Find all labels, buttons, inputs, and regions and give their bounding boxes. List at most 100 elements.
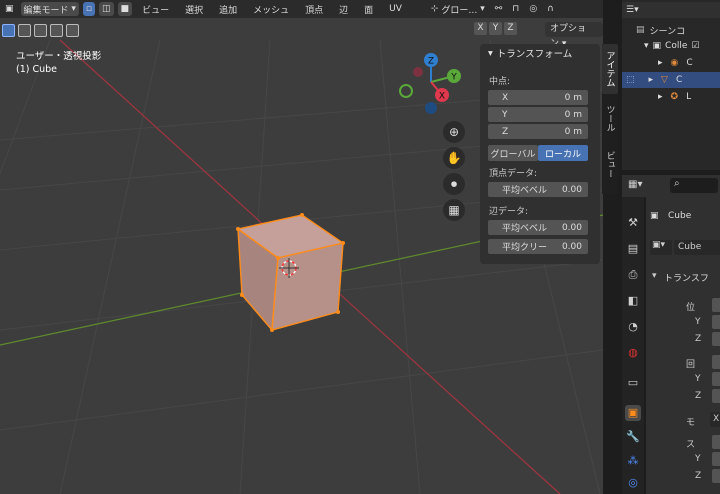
edge-select-button[interactable]: ◫ bbox=[99, 2, 114, 16]
collection-checkbox-icon[interactable]: ☑ bbox=[691, 41, 699, 51]
rotation-mode-dropdown[interactable]: X bbox=[710, 412, 720, 427]
falloff-icon[interactable]: ∩ bbox=[544, 2, 557, 16]
tool-settings-icon[interactable]: ⚒ bbox=[625, 215, 641, 231]
right-editors: ☰▾ ▤ シーンコ ▾ ▣ Colle ☑ ▸ ◉ C ⬚ ▸ ▽ C ▸ ✪ … bbox=[618, 0, 720, 494]
rotation-mode-label: モ bbox=[686, 418, 696, 428]
scale-z-field[interactable] bbox=[712, 469, 720, 483]
median-x-field[interactable]: X 0 m bbox=[488, 90, 588, 105]
vertex-bevel-field[interactable]: 平均ベベル 0.00 bbox=[488, 182, 588, 197]
view-name-label: ユーザー・透視投影 bbox=[16, 51, 102, 62]
tab-item[interactable]: アイテム bbox=[602, 44, 618, 94]
particles-icon[interactable]: ⁂ bbox=[625, 453, 641, 469]
rotation-y-field[interactable] bbox=[712, 372, 720, 386]
vertex-bevel-label: 平均ベベル bbox=[502, 186, 548, 196]
transform-panel-title: トランスフォーム bbox=[496, 49, 573, 60]
scene-icon[interactable]: ◔ bbox=[625, 319, 641, 335]
face-select-button[interactable]: ■ bbox=[117, 2, 133, 16]
object-properties: ▣ Cube ▣▾ Cube ▾ トランスフ 位 Y Z 回 Y Z モ X ス… bbox=[646, 197, 720, 494]
modifier-wrench-icon[interactable]: 🔧 bbox=[625, 429, 641, 445]
mirror-axis-buttons: X Y Z bbox=[474, 22, 517, 35]
view-layer-icon[interactable]: ◧ bbox=[625, 293, 641, 309]
pivot-icon[interactable]: ⚯ bbox=[492, 2, 506, 16]
outliner-item-cube[interactable]: ⬚ ▸ ▽ C bbox=[622, 72, 720, 88]
output-icon[interactable]: ⎙ bbox=[625, 267, 641, 283]
options-dropdown[interactable]: オプション ▾ bbox=[545, 22, 603, 49]
render-icon[interactable]: ▤ bbox=[625, 241, 641, 257]
median-y-field[interactable]: Y 0 m bbox=[488, 107, 588, 122]
rotation-x-field[interactable] bbox=[712, 355, 720, 369]
tab-view[interactable]: ビュー bbox=[602, 144, 618, 184]
outliner-item-label: C bbox=[675, 75, 683, 85]
transform-collapse-icon[interactable]: ▾ bbox=[652, 271, 657, 281]
menu-add[interactable]: 追加 bbox=[213, 3, 243, 16]
scale-x-field[interactable] bbox=[712, 435, 720, 449]
menu-vertex[interactable]: 頂点 bbox=[299, 3, 329, 16]
viewport-header: ▣ 編集モード ▾ ▫ ◫ ■ ビュー 選択 追加 メッシュ 頂点 辺 面 UV… bbox=[0, 0, 603, 18]
properties-editor-icon[interactable]: ▦▾ bbox=[628, 179, 642, 190]
global-button[interactable]: グローバル bbox=[488, 145, 538, 161]
menu-uv[interactable]: UV bbox=[383, 4, 408, 14]
perspective-grid-icon[interactable]: ▦ bbox=[443, 199, 465, 221]
menu-view[interactable]: ビュー bbox=[136, 3, 175, 16]
outliner[interactable]: ☰▾ ▤ シーンコ ▾ ▣ Colle ☑ ▸ ◉ C ⬚ ▸ ▽ C ▸ ✪ … bbox=[622, 0, 720, 170]
outliner-editor-icon[interactable]: ☰▾ bbox=[626, 5, 639, 15]
edge-bevel-field[interactable]: 平均ベベル 0.00 bbox=[488, 220, 588, 235]
scale-y-field[interactable] bbox=[712, 452, 720, 466]
local-button[interactable]: ローカル bbox=[538, 145, 588, 161]
transform-orientation-dropdown[interactable]: ⊹ グロー… ▾ bbox=[428, 2, 488, 16]
select-box-invert-icon[interactable] bbox=[50, 23, 63, 37]
vertex-data-label: 頂点データ: bbox=[489, 169, 538, 179]
proportional-edit-icon[interactable]: ◎ bbox=[526, 2, 540, 16]
tab-tool[interactable]: ツール bbox=[602, 98, 618, 138]
camera-icon[interactable]: ⏺ bbox=[443, 173, 465, 195]
mirror-x-button[interactable]: X bbox=[474, 22, 487, 35]
median-z-field[interactable]: Z 0 m bbox=[488, 124, 588, 139]
3d-viewport[interactable]: Z Y X ▣ 編集モード ▾ ▫ ◫ ■ ビュー 選択 追加 メッシュ 頂点 … bbox=[0, 0, 603, 494]
menu-mesh[interactable]: メッシュ bbox=[247, 3, 295, 16]
outliner-collection-row[interactable]: ▾ ▣ Colle ☑ bbox=[622, 38, 720, 54]
mirror-y-button[interactable]: Y bbox=[489, 22, 502, 35]
snap-icon[interactable]: ⊓ bbox=[509, 2, 522, 16]
svg-text:Z: Z bbox=[428, 57, 434, 67]
menu-edge[interactable]: 辺 bbox=[333, 3, 354, 16]
menu-select[interactable]: 選択 bbox=[179, 3, 209, 16]
object-name-field[interactable]: Cube bbox=[674, 240, 720, 255]
transform-section-title[interactable]: トランスフ bbox=[664, 271, 709, 284]
location-y-label: Y bbox=[695, 317, 701, 327]
collection-label: Colle bbox=[665, 41, 688, 51]
svg-text:X: X bbox=[439, 92, 445, 102]
world-icon[interactable]: ◍ bbox=[625, 345, 641, 361]
median-x-value: 0 m bbox=[564, 92, 582, 103]
pan-hand-icon[interactable]: ✋ bbox=[443, 147, 465, 169]
physics-icon[interactable]: ◎ bbox=[625, 475, 641, 491]
menu-face[interactable]: 面 bbox=[358, 3, 379, 16]
properties-search-icon[interactable]: ⌕ bbox=[670, 178, 718, 193]
expand-arrow-icon: ▸ bbox=[658, 58, 663, 68]
rotation-z-field[interactable] bbox=[712, 389, 720, 403]
location-y-field[interactable] bbox=[712, 315, 720, 329]
scale-y-label: Y bbox=[695, 454, 701, 464]
transform-panel-header[interactable]: ▾ トランスフォーム bbox=[480, 44, 600, 62]
collection-props-icon[interactable]: ▭ bbox=[625, 375, 641, 391]
data-block-selector-icon[interactable]: ▣▾ bbox=[650, 240, 672, 255]
editor-type-icon[interactable]: ▣ bbox=[2, 2, 17, 16]
location-x-field[interactable] bbox=[712, 298, 720, 312]
vertex-select-button[interactable]: ▫ bbox=[82, 2, 96, 16]
outliner-scene-row[interactable]: ▤ シーンコ bbox=[622, 22, 720, 38]
outliner-item-light[interactable]: ▸ ✪ L bbox=[622, 89, 720, 105]
zoom-icon[interactable]: ⊕ bbox=[443, 121, 465, 143]
outliner-item-label: L bbox=[686, 92, 692, 102]
camera-object-icon: ◉ bbox=[670, 58, 679, 68]
outliner-item-camera[interactable]: ▸ ◉ C bbox=[622, 55, 720, 71]
select-box-intersect-icon[interactable] bbox=[66, 23, 79, 37]
median-y-label: Y bbox=[502, 109, 508, 120]
select-box-extend-icon[interactable] bbox=[18, 23, 31, 37]
mode-selector[interactable]: 編集モード ▾ bbox=[20, 2, 79, 16]
object-props-icon[interactable]: ▣ bbox=[625, 405, 641, 421]
select-box-subtract-icon[interactable] bbox=[34, 23, 47, 37]
median-z-value: 0 m bbox=[564, 126, 582, 137]
location-z-field[interactable] bbox=[712, 332, 720, 346]
mirror-z-button[interactable]: Z bbox=[504, 22, 517, 35]
edge-crease-field[interactable]: 平均クリー 0.00 bbox=[488, 239, 588, 254]
select-box-new-icon[interactable] bbox=[2, 23, 15, 37]
